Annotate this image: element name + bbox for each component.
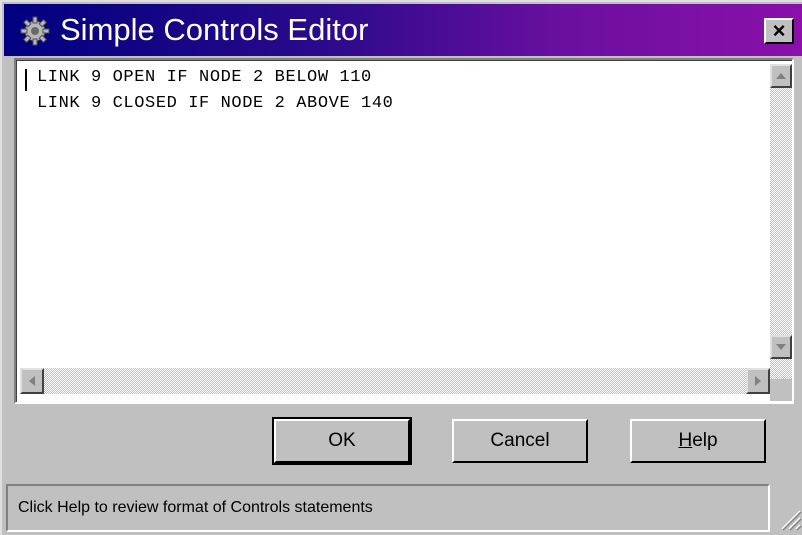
window-title: Simple Controls Editor bbox=[60, 12, 369, 47]
control-statement-line-2[interactable]: LINK 9 CLOSED IF NODE 2 ABOVE 140 bbox=[37, 94, 393, 113]
scroll-right-button[interactable] bbox=[746, 368, 770, 394]
scroll-down-button[interactable] bbox=[770, 335, 792, 359]
close-icon: × bbox=[772, 18, 786, 43]
dialog-window: Simple Controls Editor × LINK 9 OPEN IF … bbox=[0, 0, 802, 535]
horizontal-scrollbar[interactable] bbox=[20, 368, 770, 394]
arrow-left-icon bbox=[29, 376, 35, 386]
resize-grip-icon[interactable] bbox=[778, 507, 802, 533]
scroll-left-button[interactable] bbox=[20, 368, 44, 394]
gear-icon bbox=[20, 16, 50, 46]
controls-text-area[interactable]: LINK 9 OPEN IF NODE 2 BELOW 110 LINK 9 C… bbox=[14, 58, 794, 404]
title-bar[interactable]: Simple Controls Editor × bbox=[4, 4, 802, 56]
arrow-right-icon bbox=[755, 376, 761, 386]
help-accelerator: H bbox=[678, 430, 693, 451]
text-caret bbox=[25, 69, 27, 91]
help-button[interactable]: Help bbox=[630, 419, 766, 463]
ok-button[interactable]: OK bbox=[272, 417, 412, 465]
help-label: elp bbox=[692, 430, 718, 451]
status-bar: Click Help to review format of Controls … bbox=[6, 484, 770, 532]
scrollbar-corner bbox=[770, 379, 792, 401]
scroll-up-button[interactable] bbox=[770, 64, 792, 88]
cancel-button[interactable]: Cancel bbox=[452, 419, 588, 463]
close-button[interactable]: × bbox=[764, 18, 794, 44]
arrow-up-icon bbox=[776, 73, 786, 79]
control-statement-line-1[interactable]: LINK 9 OPEN IF NODE 2 BELOW 110 bbox=[37, 68, 372, 87]
editor-frame: LINK 9 OPEN IF NODE 2 BELOW 110 LINK 9 C… bbox=[16, 60, 792, 402]
vertical-scrollbar[interactable] bbox=[770, 64, 792, 379]
arrow-down-icon bbox=[776, 344, 786, 350]
